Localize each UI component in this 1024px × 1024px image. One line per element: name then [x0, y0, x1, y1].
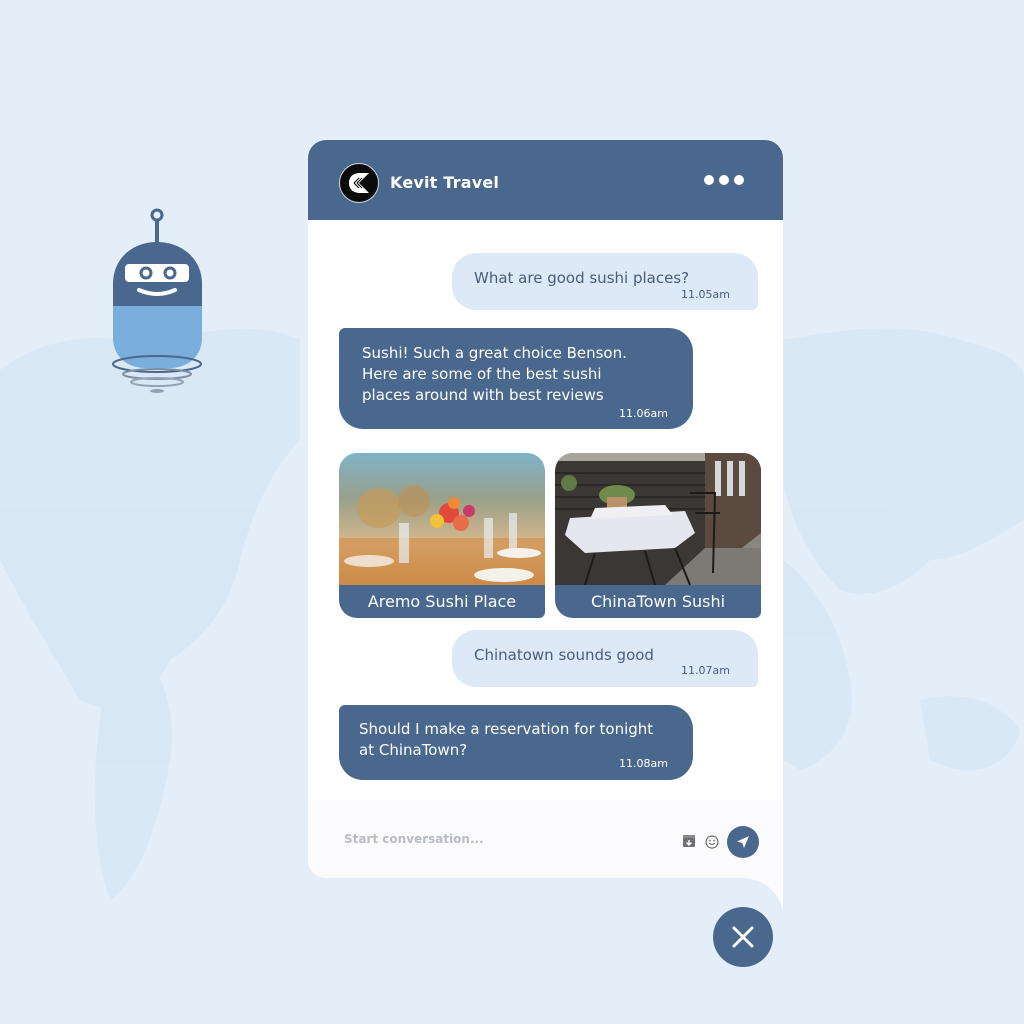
- message-time: 11.07am: [681, 664, 730, 677]
- chat-title: Kevit Travel: [390, 173, 500, 192]
- more-horizontal-icon-dot: [734, 175, 744, 185]
- emoji-icon: [705, 835, 719, 849]
- close-chat-button[interactable]: [713, 907, 773, 967]
- message-input[interactable]: [344, 828, 644, 850]
- message-line: places around with best reviews: [362, 386, 604, 404]
- send-icon: [737, 836, 749, 848]
- kevit-logo: KEVIT: [339, 163, 379, 203]
- bot-message: Should I make a reservation for tonight …: [339, 705, 693, 780]
- svg-text:KEVIT: KEVIT: [361, 181, 373, 186]
- place-card[interactable]: ChinaTown Sushi: [555, 453, 761, 618]
- kevit-logo-icon: KEVIT: [349, 173, 373, 193]
- chat-window: KEVIT Kevit Travel What are good sushi p…: [308, 140, 783, 878]
- chat-header: KEVIT Kevit Travel: [308, 140, 783, 220]
- message-composer: [308, 800, 783, 878]
- user-message: Chinatown sounds good 11.07am: [452, 630, 758, 687]
- send-button[interactable]: [727, 826, 759, 858]
- more-options-button[interactable]: [704, 171, 744, 189]
- message-line: Here are some of the best sushi: [362, 365, 602, 383]
- more-horizontal-icon-dot: [704, 175, 714, 185]
- message-line: Should I make a reservation for tonight: [359, 720, 654, 738]
- message-text: Chinatown sounds good: [474, 646, 654, 664]
- message-time: 11.06am: [619, 407, 668, 420]
- message-text: What are good sushi places?: [474, 269, 690, 287]
- place-name: ChinaTown Sushi: [555, 585, 761, 618]
- message-line: Sushi! Such a great choice Benson.: [362, 344, 627, 362]
- more-horizontal-icon-dot: [719, 175, 729, 185]
- restaurant-table-flowers-photo: [339, 453, 545, 585]
- close-icon: [732, 926, 754, 948]
- message-line: at ChinaTown?: [359, 741, 468, 759]
- chatbot-robot-icon: [112, 208, 202, 393]
- attachment-icon: [683, 835, 695, 847]
- bot-message: Sushi! Such a great choice Benson. Here …: [339, 328, 693, 429]
- message-time: 11.08am: [619, 757, 668, 770]
- emoji-button[interactable]: [704, 834, 720, 850]
- place-card[interactable]: Aremo Sushi Place: [339, 453, 545, 618]
- outdoor-patio-tables-photo: [555, 453, 761, 585]
- message-time: 11.05am: [681, 288, 730, 301]
- user-message: What are good sushi places? 11.05am: [452, 253, 758, 310]
- attachment-button[interactable]: [682, 834, 696, 848]
- place-name: Aremo Sushi Place: [339, 585, 545, 618]
